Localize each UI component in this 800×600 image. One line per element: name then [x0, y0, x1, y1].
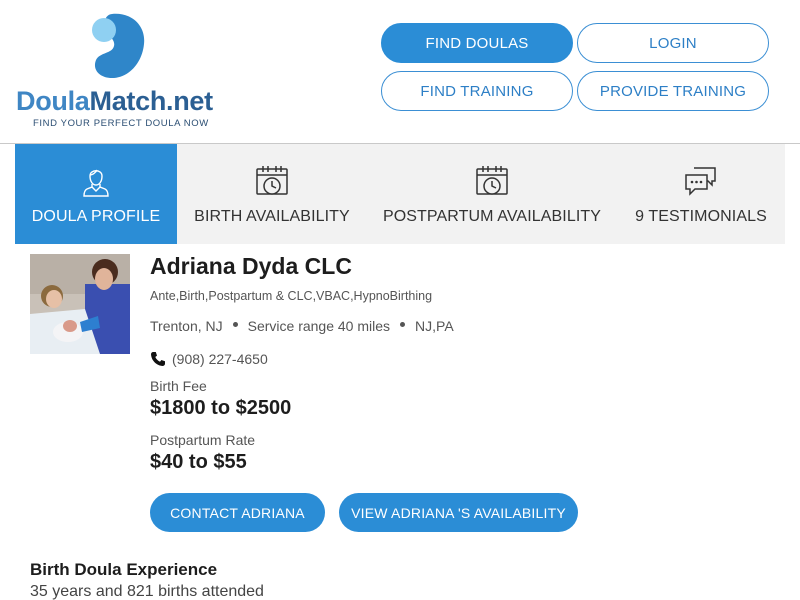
doula-specialties: Ante,Birth,Postpartum & CLC,VBAC,HypnoBi… — [150, 289, 433, 303]
tab-postpartum-availability[interactable]: POSTPARTUM AVAILABILITY — [367, 144, 617, 244]
states-served: NJ,PA — [415, 318, 454, 334]
person-icon — [83, 169, 109, 197]
tab-doula-profile[interactable]: DOULA PROFILE — [15, 144, 177, 244]
postpartum-rate-value: $40 to $55 — [150, 451, 247, 473]
find-training-button[interactable]: FIND TRAINING — [381, 71, 573, 111]
calendar-clock-icon — [476, 166, 508, 195]
view-availability-button[interactable]: VIEW ADRIANA 'S AVAILABILITY — [339, 493, 578, 532]
calendar-clock-icon — [256, 166, 288, 195]
tab-label: BIRTH AVAILABILITY — [194, 208, 350, 225]
phone-icon — [151, 352, 165, 366]
logo-mark-icon — [92, 13, 145, 78]
postpartum-rate-label: Postpartum Rate — [150, 432, 256, 448]
separator-dot — [232, 322, 238, 327]
tab-birth-availability[interactable]: BIRTH AVAILABILITY — [177, 144, 367, 244]
chat-bubbles-icon — [685, 167, 716, 196]
site-header: DoulaMatch.net FIND YOUR PERFECT DOULA N… — [0, 0, 800, 144]
tab-label: POSTPARTUM AVAILABILITY — [382, 208, 602, 225]
separator-dot — [400, 322, 406, 327]
logo-word-2: Match.net — [89, 86, 214, 116]
phone-line[interactable]: (908) 227-4650 — [150, 351, 268, 367]
login-button[interactable]: LOGIN — [577, 23, 769, 63]
service-range: Service range 40 miles — [247, 318, 391, 334]
find-doulas-button[interactable]: FIND DOULAS — [381, 23, 573, 63]
logo-tagline: FIND YOUR PERFECT DOULA NOW — [33, 118, 209, 129]
contact-button[interactable]: CONTACT ADRIANA — [150, 493, 325, 532]
phone-number[interactable]: (908) 227-4650 — [172, 351, 268, 367]
doula-name: Adriana Dyda CLC — [150, 253, 352, 279]
experience-text: 35 years and 821 births attended — [30, 583, 264, 600]
doula-photo-image — [30, 254, 130, 354]
doula-photo — [30, 254, 130, 354]
tab-label: 9 TESTIMONIALS — [635, 208, 767, 225]
provide-training-button[interactable]: PROVIDE TRAINING — [577, 71, 769, 111]
tab-label: DOULA PROFILE — [31, 208, 161, 225]
birth-fee-label: Birth Fee — [150, 378, 207, 394]
birth-fee-value: $1800 to $2500 — [150, 397, 292, 419]
city: Trenton, NJ — [150, 318, 223, 334]
logo-word-1: Doula — [16, 86, 90, 116]
logo-wordmark: DoulaMatch.net — [16, 86, 213, 117]
site-logo[interactable]: DoulaMatch.net FIND YOUR PERFECT DOULA N… — [16, 12, 221, 132]
location-line: Trenton, NJ Service range 40 miles NJ,PA — [150, 318, 454, 334]
profile-tabs: DOULA PROFILE BIRTH AVAILABILITY POSTPAR… — [15, 144, 785, 244]
experience-title: Birth Doula Experience — [30, 560, 218, 579]
tab-testimonials[interactable]: 9 TESTIMONIALS — [617, 144, 785, 244]
